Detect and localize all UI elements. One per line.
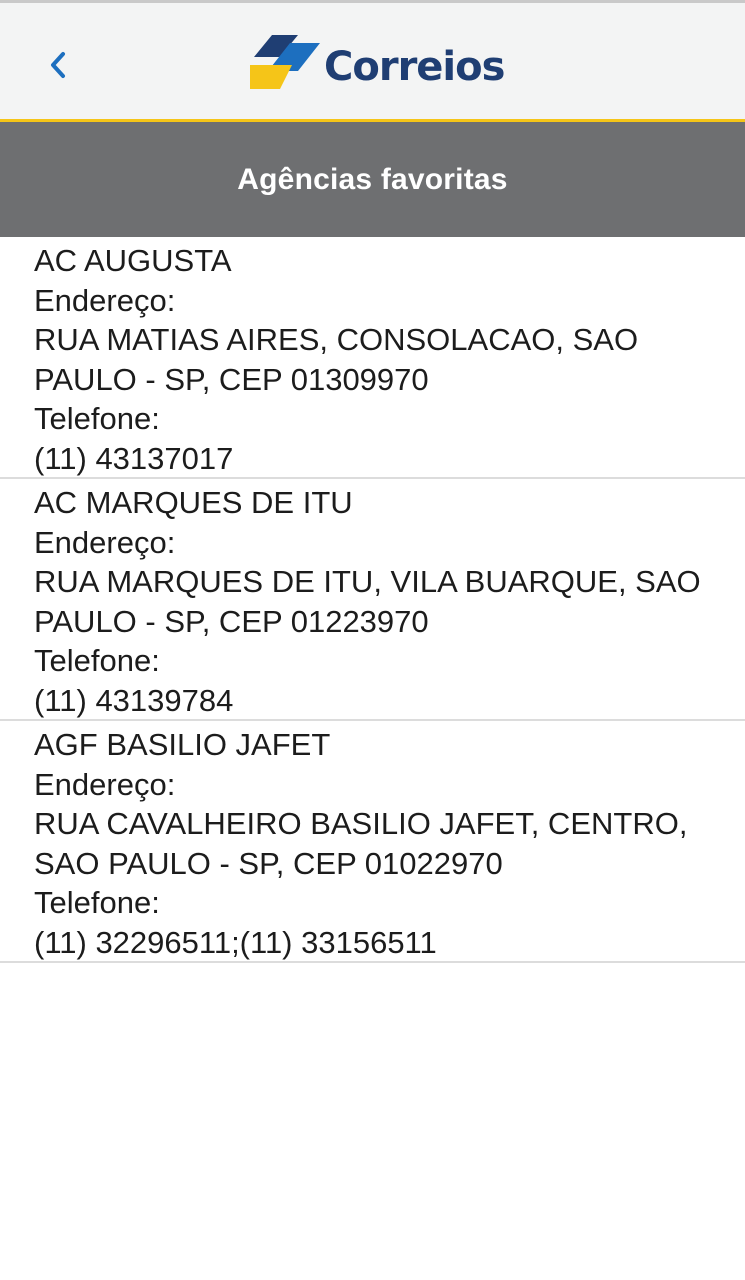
- correios-logo: Correios: [250, 35, 505, 95]
- agency-item[interactable]: AC MARQUES DE ITU Endereço: RUA MARQUES …: [0, 479, 745, 721]
- address-label: Endereço:: [34, 524, 176, 560]
- phone-number: (11) 43137017: [34, 440, 234, 476]
- address-line-2: PAULO - SP, CEP 01223970: [34, 603, 429, 639]
- address-label: Endereço:: [34, 282, 176, 318]
- address-line-1: RUA MATIAS AIRES, CONSOLACAO, SAO: [34, 322, 639, 357]
- phone-number: (11) 43139784: [34, 682, 234, 718]
- agency-item[interactable]: AC AUGUSTA Endereço: RUA MATIAS AIRES, C…: [0, 237, 745, 479]
- address-line-1: RUA CAVALHEIRO BASILIO JAFET, CENTRO,: [34, 806, 688, 841]
- back-button[interactable]: [30, 41, 86, 89]
- page-title: Agências favoritas: [237, 162, 508, 196]
- address-line-2: SAO PAULO - SP, CEP 01022970: [34, 845, 503, 881]
- chevron-left-icon: [51, 52, 65, 78]
- address-line-1: RUA MARQUES DE ITU, VILA BUARQUE, SAO: [34, 564, 701, 599]
- address-label: Endereço:: [34, 766, 176, 802]
- agency-name: AGF BASILIO JAFET: [34, 727, 331, 762]
- agency-name: AC MARQUES DE ITU: [34, 485, 353, 520]
- correios-logo-mark-icon: [250, 35, 320, 89]
- agency-list: AC AUGUSTA Endereço: RUA MATIAS AIRES, C…: [0, 237, 745, 963]
- agency-item[interactable]: AGF BASILIO JAFET Endereço: RUA CAVALHEI…: [0, 721, 745, 963]
- address-line-2: PAULO - SP, CEP 01309970: [34, 361, 429, 397]
- title-bar: Agências favoritas: [0, 122, 745, 237]
- phone-number: (11) 32296511;(11) 33156511: [34, 924, 437, 960]
- app-header: Correios: [0, 3, 745, 119]
- phone-label: Telefone:: [34, 643, 160, 678]
- phone-label: Telefone:: [34, 401, 160, 436]
- agency-name: AC AUGUSTA: [34, 243, 232, 278]
- phone-label: Telefone:: [34, 885, 160, 920]
- logo-wordmark: Correios: [324, 44, 505, 90]
